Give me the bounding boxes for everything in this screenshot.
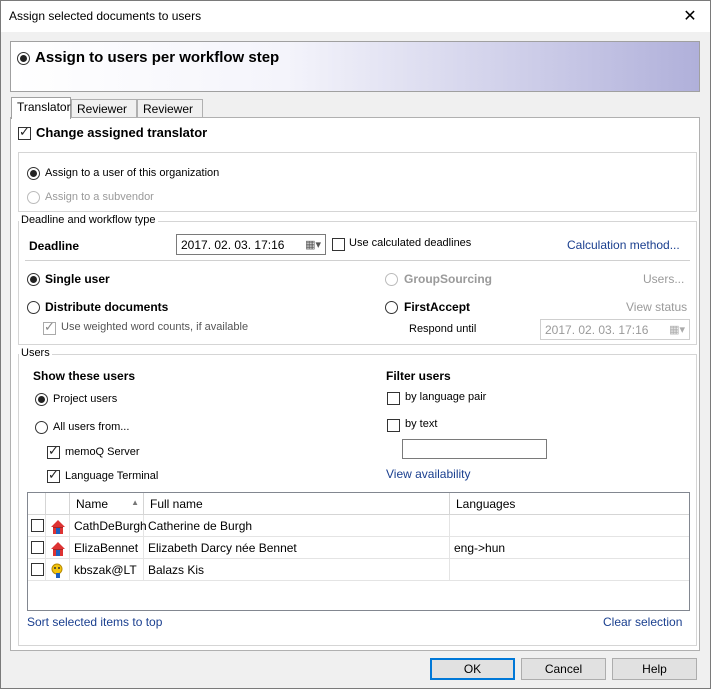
respond-until-date-picker[interactable]: 2017. 02. 03. 17:16 ▦▾	[540, 319, 690, 340]
translator-panel: Change assigned translator Assign to a u…	[10, 117, 700, 651]
house-user-icon	[46, 537, 70, 559]
filter-users-title: Filter users	[386, 369, 451, 383]
tab-reviewer-2[interactable]: Reviewer 2	[137, 99, 203, 130]
memoq-server-checkbox[interactable]	[47, 444, 60, 459]
use-calculated-deadlines-label: Use calculated deadlines	[349, 237, 472, 249]
house-user-icon	[46, 515, 70, 537]
row-fullname: Elizabeth Darcy née Bennet	[144, 537, 450, 559]
respond-until-label: Respond until	[409, 323, 477, 335]
by-language-pair-label: by language pair	[405, 391, 487, 403]
assign-org-label: Assign to a user of this organization	[45, 167, 220, 179]
tab-translator[interactable]: Translator	[11, 97, 71, 119]
cancel-button[interactable]: Cancel	[521, 658, 606, 680]
deadline-group-title: Deadline and workflow type	[19, 214, 158, 226]
workflow-step-header: Assign to users per workflow step	[10, 41, 700, 92]
language-terminal-checkbox[interactable]	[47, 468, 60, 483]
row-fullname: Balazs Kis	[144, 559, 450, 581]
project-users-label: Project users	[53, 393, 118, 405]
dialog-window: Assign selected documents to users ✕ Ass…	[0, 0, 711, 689]
lt-user-icon	[46, 559, 70, 581]
view-availability-link[interactable]: View availability	[386, 467, 471, 481]
users-link[interactable]: Users...	[643, 272, 684, 286]
row-name: CathDeBurgh	[70, 515, 147, 537]
row-name: kbszak@LT	[70, 559, 144, 581]
by-text-label: by text	[405, 418, 438, 430]
assignee-type-group: Assign to a user of this organization As…	[18, 152, 697, 212]
row-checkbox[interactable]	[31, 563, 44, 576]
grid-header: Name ▲ Full name Languages	[28, 493, 689, 515]
weighted-word-counts-checkbox[interactable]	[43, 320, 56, 335]
window-title: Assign selected documents to users	[9, 9, 202, 23]
header-name-label: Name	[76, 497, 109, 511]
groupsourcing-radio[interactable]	[385, 273, 398, 286]
deadline-date-picker[interactable]: 2017. 02. 03. 17:16 ▦▾	[176, 234, 326, 255]
deadline-group: Deadline and workflow type Deadline 2017…	[18, 214, 697, 345]
row-fullname: Catherine de Burgh	[144, 515, 450, 537]
distribute-documents-radio[interactable]	[27, 301, 40, 314]
respond-until-value: 2017. 02. 03. 17:16	[545, 323, 649, 337]
row-languages	[450, 515, 689, 537]
header-fullname[interactable]: Full name	[144, 493, 450, 515]
all-users-label: All users from...	[53, 421, 130, 433]
assign-subvendor-radio[interactable]	[27, 191, 40, 204]
all-users-radio[interactable]	[35, 421, 48, 434]
by-language-pair-checkbox[interactable]	[387, 392, 400, 405]
assign-per-step-label: Assign to users per workflow step	[35, 49, 280, 66]
table-row[interactable]: kbszak@LT Balazs Kis	[28, 559, 689, 581]
deadline-value: 2017. 02. 03. 17:16	[181, 238, 285, 252]
assign-subvendor-label: Assign to a subvendor	[45, 191, 154, 203]
tab-translator-label: Translator	[17, 100, 71, 114]
row-checkbox[interactable]	[31, 519, 44, 532]
project-users-radio[interactable]	[35, 393, 48, 406]
tab-reviewer-1[interactable]: Reviewer 1	[71, 99, 137, 130]
calendar-dropdown-icon[interactable]: ▦▾	[669, 323, 685, 336]
assign-per-step-radio[interactable]	[17, 52, 30, 65]
change-translator-checkbox[interactable]	[18, 125, 31, 140]
header-languages[interactable]: Languages	[450, 493, 689, 515]
show-users-title: Show these users	[33, 369, 136, 383]
users-grid: Name ▲ Full name Languages CathDeBurgh C…	[27, 492, 690, 611]
row-name: ElizaBennet	[70, 537, 144, 559]
title-bar: Assign selected documents to users ✕	[1, 1, 710, 32]
header-icon-col	[46, 493, 70, 515]
sort-arrow-icon: ▲	[131, 498, 139, 507]
by-text-checkbox[interactable]	[387, 419, 400, 432]
view-status-link[interactable]: View status	[626, 300, 687, 314]
close-icon[interactable]: ✕	[670, 1, 710, 32]
groupsourcing-label: GroupSourcing	[404, 272, 492, 286]
clear-selection-link[interactable]: Clear selection	[603, 615, 682, 629]
users-group-title: Users	[19, 347, 52, 359]
table-row[interactable]: CathDeBurgh Catherine de Burgh	[28, 515, 689, 537]
header-name[interactable]: Name ▲	[70, 493, 144, 515]
deadline-label: Deadline	[29, 239, 80, 253]
header-languages-label: Languages	[456, 497, 516, 511]
row-languages	[450, 559, 689, 581]
calculation-method-link[interactable]: Calculation method...	[567, 238, 680, 252]
weighted-word-counts-label: Use weighted word counts, if available	[61, 321, 249, 333]
language-terminal-label: Language Terminal	[65, 470, 159, 482]
header-checkbox-col	[28, 493, 46, 515]
header-fullname-label: Full name	[150, 497, 203, 511]
sort-selected-link[interactable]: Sort selected items to top	[27, 615, 162, 629]
ok-button[interactable]: OK	[430, 658, 515, 680]
row-checkbox[interactable]	[31, 541, 44, 554]
single-user-radio[interactable]	[27, 273, 40, 286]
single-user-label: Single user	[45, 272, 110, 286]
table-row[interactable]: ElizaBennet Elizabeth Darcy née Bennet e…	[28, 537, 689, 559]
firstaccept-radio[interactable]	[385, 301, 398, 314]
memoq-server-label: memoQ Server	[65, 446, 140, 458]
deadline-separator	[25, 260, 690, 261]
firstaccept-label: FirstAccept	[404, 300, 471, 314]
calendar-dropdown-icon[interactable]: ▦▾	[305, 238, 321, 251]
filter-text-input[interactable]	[402, 439, 547, 459]
distribute-documents-label: Distribute documents	[45, 300, 169, 314]
use-calculated-deadlines-checkbox[interactable]	[332, 238, 345, 251]
assign-org-radio[interactable]	[27, 167, 40, 180]
help-button[interactable]: Help	[612, 658, 697, 680]
change-translator-label: Change assigned translator	[36, 125, 208, 140]
row-languages: eng->hun	[454, 541, 506, 555]
